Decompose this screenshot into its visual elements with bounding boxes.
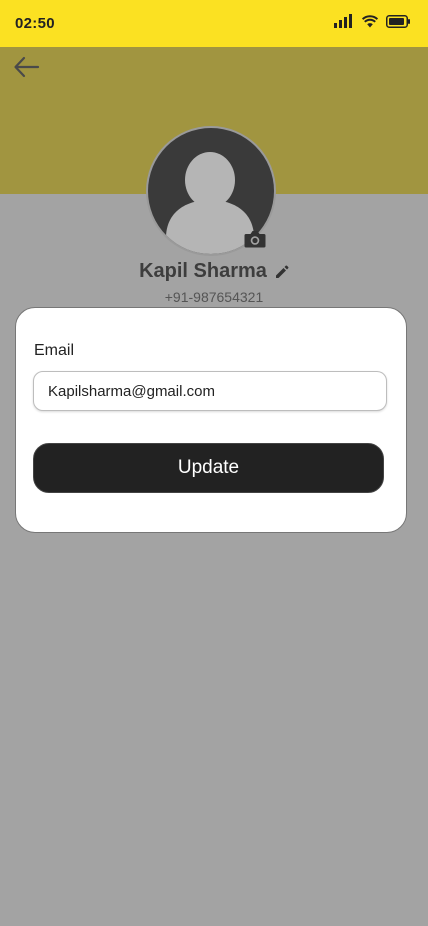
email-field[interactable] (33, 371, 387, 411)
email-label: Email (34, 342, 75, 359)
signal-icon (334, 14, 354, 33)
battery-icon (386, 14, 410, 33)
arrow-left-icon (12, 55, 40, 84)
back-button[interactable] (10, 55, 42, 83)
pencil-icon[interactable] (275, 265, 289, 279)
user-phone: +91-987654321 (164, 289, 264, 305)
wifi-icon (361, 14, 379, 33)
status-time: 02:50 (15, 15, 55, 32)
status-icons (334, 14, 410, 33)
camera-icon (244, 230, 266, 253)
update-button[interactable]: Update (33, 443, 384, 493)
name-row: Kapil Sharma (0, 260, 428, 283)
email-card: Email Update (15, 307, 407, 533)
user-name: Kapil Sharma (139, 260, 267, 282)
change-photo-button[interactable] (243, 230, 267, 252)
status-bar: 02:50 (0, 0, 428, 47)
